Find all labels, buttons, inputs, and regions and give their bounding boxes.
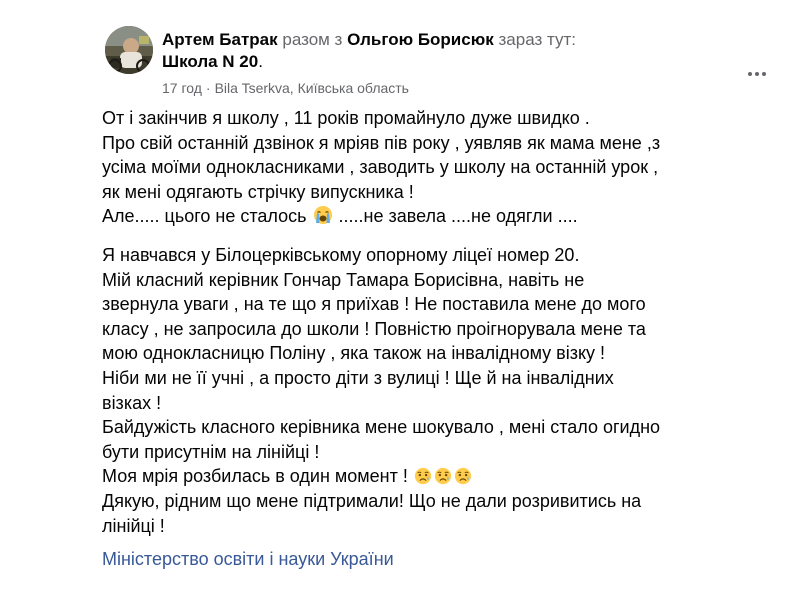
text-line: Байдужість класного керівника мене шокув… bbox=[102, 417, 661, 438]
text-line: Моя мрія розбилась в один момент ! bbox=[102, 464, 692, 489]
place-name[interactable]: Школа N 20 bbox=[162, 52, 258, 71]
text-fragment: Моя мрія розбилась в один момент ! bbox=[102, 466, 408, 487]
text-fragment: Але..... цього не сталось bbox=[102, 206, 307, 227]
sad-but-relieved-face-emoji bbox=[434, 468, 451, 485]
sad-but-relieved-face-emoji bbox=[414, 468, 431, 485]
text-line: лінійці ! bbox=[102, 515, 165, 536]
text-line: усіма моїми однокласниками , заводить у … bbox=[102, 157, 659, 178]
dot bbox=[755, 72, 759, 76]
author-name[interactable]: Артем Батрак bbox=[162, 30, 278, 49]
sad-but-relieved-face-emoji bbox=[454, 468, 471, 485]
text-fragment: .....не завела ....не одягли .... bbox=[338, 206, 578, 227]
post-header: Артем Батрак разом з Ольгою Борисюк зара… bbox=[100, 25, 766, 97]
more-options-icon[interactable] bbox=[745, 62, 769, 86]
text-line: мою однокласницю Поліну , яка також на і… bbox=[102, 343, 606, 364]
dot bbox=[762, 72, 766, 76]
page-mention-link[interactable]: Міністерство освіти і науки України bbox=[102, 547, 394, 571]
post-time[interactable]: 17 год bbox=[162, 80, 202, 96]
text-line: як мені одягають стрічку випускника ! bbox=[102, 181, 414, 202]
loudly-crying-face-emoji bbox=[313, 206, 332, 225]
facebook-post: Артем Батрак разом з Ольгою Борисюк зара… bbox=[0, 0, 805, 590]
paragraph-1: От і закінчив я школу , 11 років промайн… bbox=[102, 106, 692, 229]
text-line: Ніби ми не її учні , а просто діти з вул… bbox=[102, 367, 614, 388]
dot bbox=[748, 72, 752, 76]
text-line: Про свій останній дзвінок я мріяв пів ро… bbox=[102, 132, 661, 153]
meta-separator: · bbox=[205, 80, 211, 96]
text-line: От і закінчив я школу , 11 років промайн… bbox=[102, 108, 590, 128]
avatar-photo bbox=[105, 26, 153, 74]
text-line: класу , не запросила до школи ! Повністю… bbox=[102, 318, 646, 339]
tagged-person[interactable]: Ольгою Борисюк bbox=[347, 30, 494, 49]
post-location[interactable]: Bila Tserkva, Київська область bbox=[215, 80, 409, 96]
at-text: зараз тут: bbox=[498, 30, 576, 49]
post-meta: 17 год · Bila Tserkva, Київська область bbox=[162, 79, 409, 97]
text-line: Але..... цього не сталось .....не завела… bbox=[102, 204, 692, 229]
text-line: Я навчався у Білоцерківському опорному л… bbox=[102, 244, 580, 265]
text-line: бути присутнім на лінійці ! bbox=[102, 441, 320, 462]
paragraph-2: Я навчався у Білоцерківському опорному л… bbox=[102, 243, 692, 538]
author-avatar[interactable] bbox=[105, 26, 153, 74]
post-text: От і закінчив я школу , 11 років промайн… bbox=[102, 106, 692, 552]
text-line: Мій класний керівник Гончар Тамара Борис… bbox=[102, 269, 585, 290]
with-text: разом з bbox=[282, 30, 343, 49]
place-suffix: . bbox=[258, 52, 263, 71]
text-line: Дякую, рідним що мене підтримали! Що не … bbox=[102, 490, 642, 511]
text-line: звернула уваги , на те що я приїхав ! Не… bbox=[102, 294, 646, 315]
text-line: візках ! bbox=[102, 392, 162, 413]
post-header-names: Артем Батрак разом з Ольгою Борисюк зара… bbox=[162, 29, 632, 73]
